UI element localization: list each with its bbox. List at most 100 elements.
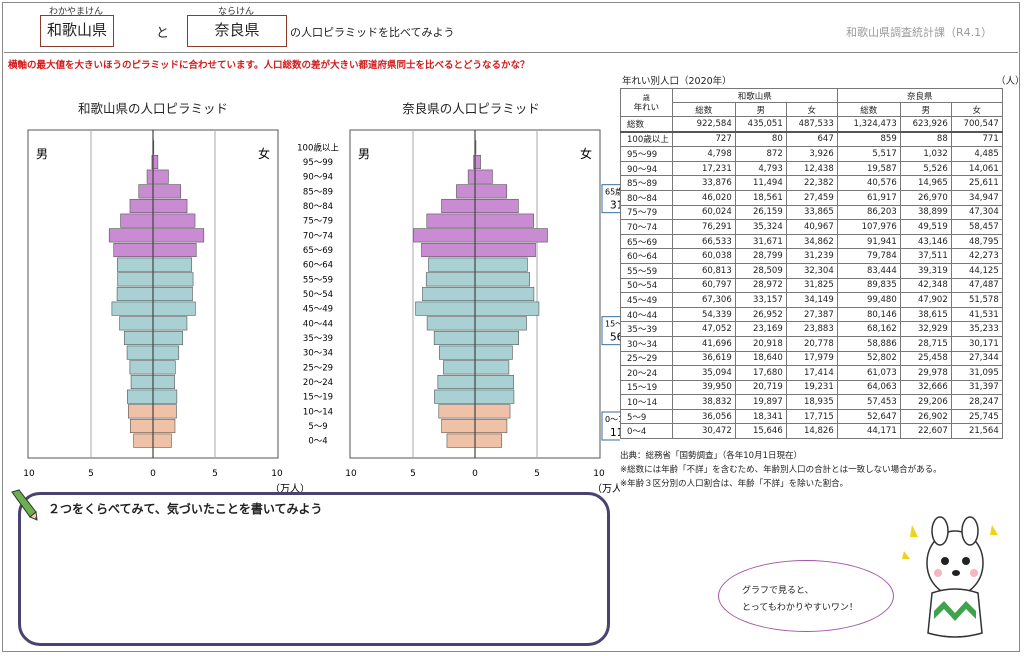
- row-label: 55～59: [620, 262, 673, 279]
- table-cell: 66,533: [671, 233, 736, 250]
- table-cell: 29,978: [899, 365, 952, 381]
- table-cell: 43,146: [899, 233, 952, 250]
- age-label: 35～39: [303, 334, 333, 344]
- age-label: 60～64: [303, 261, 333, 271]
- table-cell: 46,020: [671, 189, 736, 206]
- row-label: 総数: [620, 115, 673, 133]
- table-cell: 40,576: [836, 175, 901, 191]
- age-label: 75～79: [303, 217, 333, 227]
- worksheet-prompt: ２つをくらべてみて、気づいたことを書いてみよう: [48, 502, 323, 516]
- row-label: 30～34: [620, 335, 673, 352]
- female-bar: [474, 228, 548, 243]
- table-cell: 68,162: [836, 321, 901, 337]
- table-cell: 60,024: [671, 204, 736, 221]
- table-cell: 36,619: [671, 350, 736, 367]
- x-tick-label: 10: [593, 469, 605, 479]
- table-subheader: 女: [785, 102, 838, 117]
- table-cell: 623,926: [899, 115, 952, 133]
- x-tick-label: 5: [410, 469, 416, 479]
- age-label: 5～9: [308, 422, 327, 432]
- female-bar: [152, 286, 193, 302]
- female-bar: [152, 301, 196, 316]
- female-bar: [474, 301, 540, 316]
- table-cell: 25,745: [950, 408, 1003, 425]
- male-bar: [130, 374, 154, 390]
- male-bar: [123, 330, 154, 346]
- table-cell: 28,509: [734, 262, 787, 279]
- female-bar: [474, 374, 514, 390]
- table-cell: 32,666: [899, 379, 952, 396]
- table-cell: 64,063: [836, 379, 901, 396]
- table-cell: 57,453: [836, 394, 901, 410]
- table-cell: 18,640: [734, 350, 787, 367]
- female-bar: [152, 213, 196, 228]
- row-label: 75～79: [620, 204, 673, 221]
- male-label: 男: [358, 147, 370, 161]
- table-cell: 26,970: [899, 189, 952, 206]
- table-cell: 44,171: [836, 423, 901, 440]
- female-bar: [474, 213, 534, 228]
- table-cell: 1,032: [899, 146, 952, 162]
- table-row: 85～89 33,876 11,494 22,382 40,576 14,965 25,61…: [620, 175, 1003, 191]
- age-label: 10～14: [303, 407, 333, 417]
- table-row: 75～79 60,024 26,159 33,865 86,203 38,899 47,30…: [620, 204, 1003, 221]
- table-cell: 14,061: [950, 160, 1003, 177]
- female-bar: [152, 389, 178, 404]
- table-cell: 4,798: [671, 146, 736, 162]
- table-cell: 39,319: [899, 262, 952, 279]
- pyramid-charts: 男女1050510（万人）65歳以上33.4%15～64歳55.1%0～14歳1…: [23, 129, 620, 495]
- table-cell: 79,784: [836, 248, 901, 264]
- table-cell: 29,206: [899, 394, 952, 410]
- table-cell: 20,918: [734, 335, 787, 352]
- table-cell: 4,793: [734, 160, 787, 177]
- table-cell: 30,472: [671, 423, 736, 440]
- female-bar: [152, 228, 205, 243]
- header-divider: [4, 52, 1018, 53]
- publisher-label: 和歌山県調査統計課（R4.1）: [846, 26, 993, 39]
- table-row: 15～19 39,950 20,719 19,231 64,063 32,666 31,39…: [620, 379, 1003, 396]
- female-bar: [474, 389, 515, 404]
- table-cell: 34,862: [785, 233, 838, 250]
- table-subheader: 男: [899, 102, 952, 117]
- table-cell: 3,926: [785, 146, 838, 162]
- x-tick-label: 10: [23, 469, 35, 479]
- table-cell: 31,095: [950, 365, 1003, 381]
- table-cell: 26,159: [734, 204, 787, 221]
- table-cell: 39,950: [671, 379, 736, 396]
- male-bar: [415, 301, 476, 316]
- table-row: 20～24 35,094 17,680 17,414 61,073 29,978 31,09…: [620, 365, 1003, 381]
- female-bar: [474, 360, 510, 375]
- male-bar: [128, 404, 154, 419]
- row-label: 0～4: [620, 423, 673, 440]
- row-label: 100歳以上: [620, 131, 673, 148]
- table-row: 40～44 54,339 26,952 27,387 80,146 38,615 41,53…: [620, 306, 1003, 323]
- male-bar: [422, 286, 476, 302]
- x-tick-label: 10: [345, 469, 357, 479]
- female-label: 女: [580, 146, 592, 161]
- male-bar: [437, 374, 476, 390]
- age-group-name: 15～64歳: [605, 319, 620, 329]
- table-cell: 25,458: [899, 350, 952, 367]
- table-note1: ※総数には年齢「不詳」を含むため、年齢別人口の合計とは一致しない場合がある。: [620, 465, 942, 475]
- table-cell: 18,561: [734, 189, 787, 206]
- age-group-name: 65歳以上: [605, 187, 620, 197]
- table-note2: ※年齢３区分別の人口割合は、年齢「不詳」を除いた割合。: [620, 479, 849, 489]
- row-label: 60～64: [620, 248, 673, 264]
- table-cell: 23,883: [785, 321, 838, 337]
- table-cell: 40,967: [785, 219, 838, 235]
- female-bar: [474, 404, 511, 419]
- male-bar: [116, 257, 154, 272]
- table-cell: 31,825: [785, 277, 838, 294]
- table-cell: 922,584: [671, 115, 736, 133]
- table-cell: 67,306: [671, 292, 736, 308]
- table-cell: 36,056: [671, 408, 736, 425]
- row-label: 65～69: [620, 233, 673, 250]
- row-label: 5～9: [620, 408, 673, 425]
- table-cell: 32,304: [785, 262, 838, 279]
- table-cell: 20,778: [785, 335, 838, 352]
- table-cell: 48,795: [950, 233, 1003, 250]
- table-cell: 26,902: [899, 408, 952, 425]
- female-bar: [152, 374, 175, 390]
- male-bar: [126, 345, 154, 360]
- pref1-header: 和歌山県: [671, 88, 838, 103]
